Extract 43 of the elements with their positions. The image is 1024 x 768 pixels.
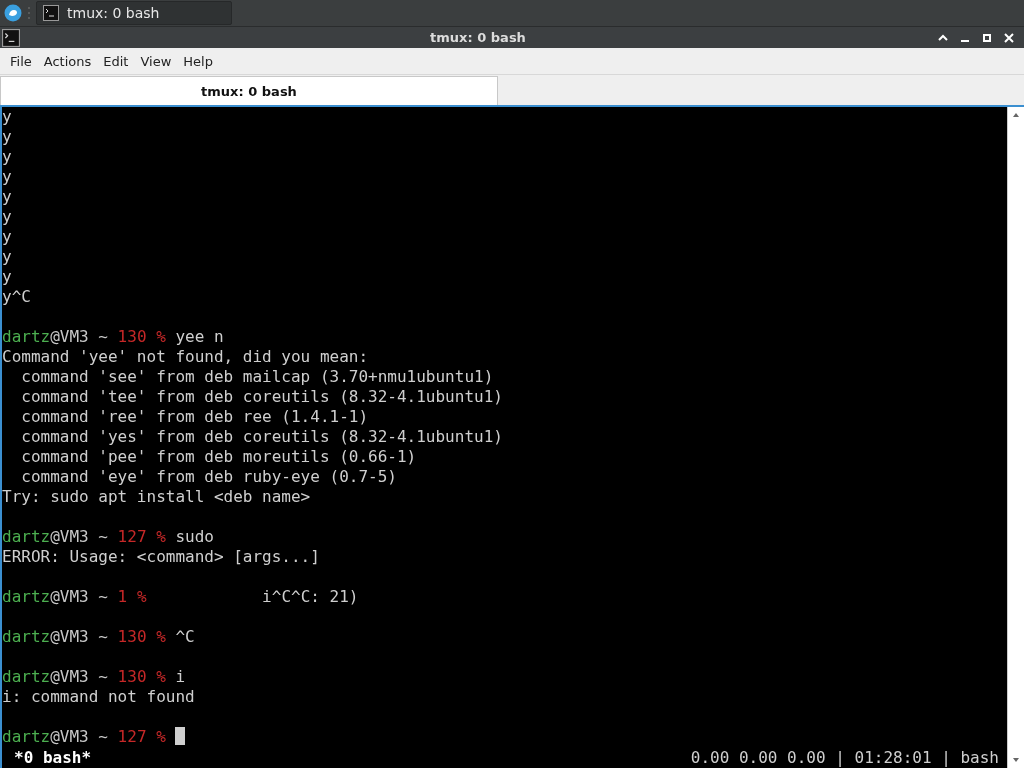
output-line: Try: sudo apt install <deb name> [2,487,312,507]
prompt-line: dartz@VM3 ~ 130 % ^C [2,627,196,647]
output-line: Command 'yee' not found, did you mean: [2,347,370,367]
output-line: y [2,127,13,147]
tmux-status-info: 0.00 0.00 0.00 | 01:28:01 | bash [690,748,1000,768]
menu-item[interactable]: Help [177,53,219,69]
window-title: tmux: 0 bash [429,30,527,45]
menu-item[interactable]: View [134,53,178,69]
scrollbar[interactable] [1007,107,1024,768]
prompt-line: dartz@VM3 ~ 127 % [2,727,1007,747]
taskbar-task[interactable]: tmux: 0 bash [36,1,232,25]
drag-handle-icon[interactable] [26,5,32,21]
terminal-icon[interactable] [2,28,20,47]
output-line: y [2,247,13,267]
output-line: command 'yes' from deb coreutils (8.32-4.1ubuntu1) [20,427,504,447]
output-line: y [2,167,13,187]
output-line: y [2,207,13,227]
menu-item[interactable]: Edit [97,53,135,69]
prompt-line: dartz@VM3 ~ 1 % i^C^C: 21) [2,587,360,607]
output-line: command 'eye' from deb ruby-eye (0.7-5) [20,467,398,487]
output-line: y [2,107,13,127]
output-line: command 'ree' from deb ree (1.4.1-1) [20,407,370,427]
launcher-icon[interactable] [4,4,22,22]
terminal-icon [43,5,59,21]
prompt-line: dartz@VM3 ~ 127 % sudo [2,527,215,547]
tab[interactable]: tmux: 0 bash [0,76,498,105]
menu-item[interactable]: Actions [37,53,98,69]
prompt-line: dartz@VM3 ~ 130 % i [2,667,187,687]
menu-item[interactable]: File [4,53,38,69]
output-line: ERROR: Usage: <command> [args...] [2,547,321,567]
task-label: tmux: 0 bash [67,5,160,21]
output-line: y [2,147,13,167]
output-line: command 'see' from deb mailcap (3.70+nmu1ubuntu1) [20,367,495,387]
tmux-window-label: *0 bash* [13,748,92,768]
output-line: y [2,187,13,207]
output-line: command 'tee' from deb coreutils (8.32-4.1ubuntu1) [20,387,504,407]
close-icon[interactable] [1002,30,1016,45]
output-line: y [2,267,13,287]
output-line: i: command not found [2,687,196,707]
output-line: y^C [2,287,32,307]
output-line: y [2,227,13,247]
output-line: command 'pee' from deb moreutils (0.66-1) [20,447,418,467]
prompt-line: dartz@VM3 ~ 130 % yee n [2,327,225,347]
